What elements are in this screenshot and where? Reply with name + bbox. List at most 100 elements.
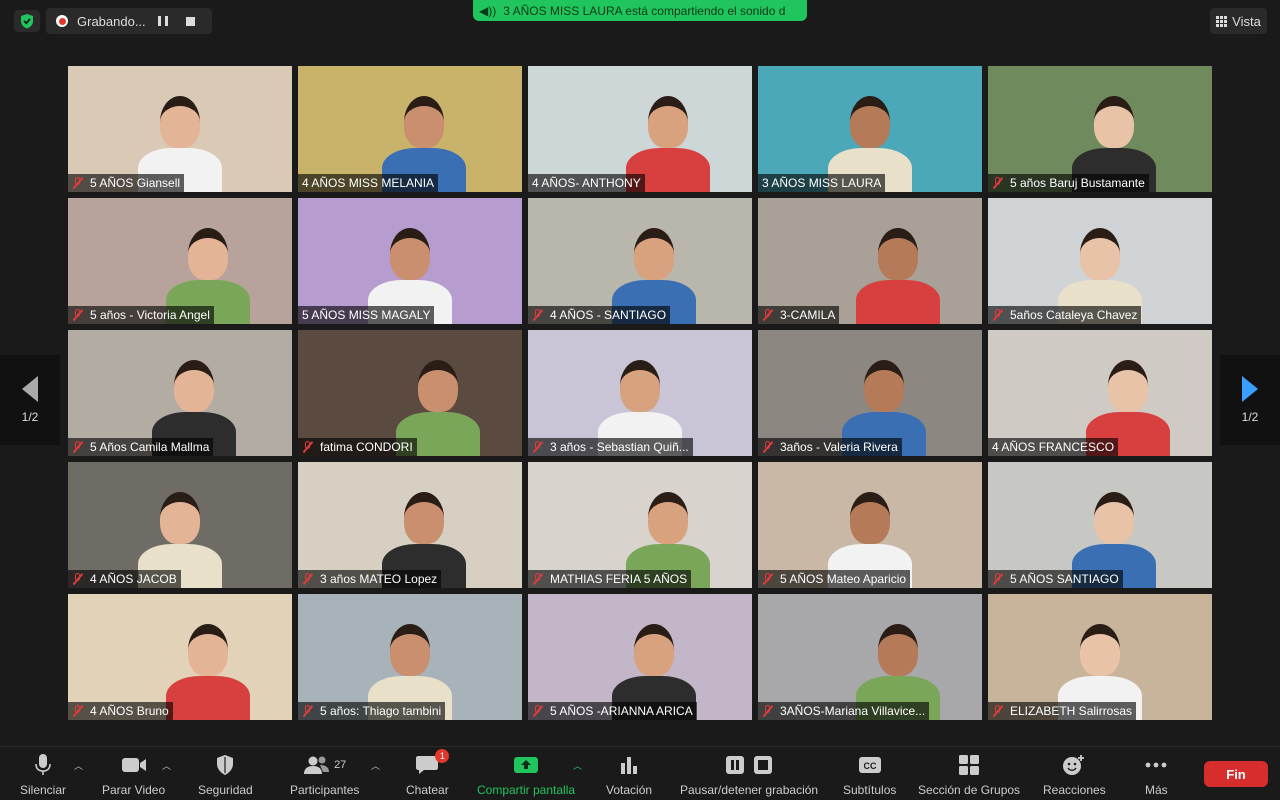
participant-video-tile[interactable]: 3-CAMILA bbox=[758, 198, 982, 324]
participant-video-tile[interactable]: 3años - Valeria Rivera bbox=[758, 330, 982, 456]
previous-page-button[interactable]: 1/2 bbox=[0, 355, 60, 445]
muted-mic-icon bbox=[532, 573, 544, 585]
participant-name: 5 Años Camila Mallma bbox=[90, 440, 210, 454]
participant-video-tile[interactable]: 4 AÑOS- ANTHONY bbox=[528, 66, 752, 192]
share-screen-label: Compartir pantalla bbox=[477, 783, 576, 797]
participants-caret-icon[interactable]: ︿ bbox=[371, 759, 380, 772]
participant-video-tile[interactable]: ELIZABETH Salirrosas bbox=[988, 594, 1212, 720]
subtitles-button[interactable]: CC Subtítulos bbox=[843, 753, 896, 797]
stop-recording-icon[interactable] bbox=[185, 16, 195, 26]
participant-face bbox=[878, 228, 918, 280]
next-page-button[interactable]: 1/2 bbox=[1220, 355, 1280, 445]
participant-face bbox=[160, 492, 200, 544]
view-label: Vista bbox=[1232, 13, 1261, 29]
participant-name: 3AÑOS-Mariana Villavice... bbox=[780, 704, 926, 718]
muted-mic-icon bbox=[72, 705, 84, 717]
participant-video-tile[interactable]: MATHIAS FERIA 5 AÑOS bbox=[528, 462, 752, 588]
participant-video-tile[interactable]: 3 AÑOS MISS LAURA bbox=[758, 66, 982, 192]
participant-face bbox=[1080, 624, 1120, 676]
participant-face bbox=[404, 96, 444, 148]
mute-label: Silenciar bbox=[20, 783, 67, 797]
participant-name-label: 5 AÑOS SANTIAGO bbox=[988, 570, 1123, 588]
participant-video-tile[interactable]: 5 años Baruj Bustamante bbox=[988, 66, 1212, 192]
participant-video-tile[interactable]: 3 años MATEO Lopez bbox=[298, 462, 522, 588]
muted-mic-icon bbox=[72, 441, 84, 453]
participant-video-tile[interactable]: 5 AÑOS Mateo Aparicio bbox=[758, 462, 982, 588]
share-banner-text: 3 AÑOS MISS LAURA está compartiendo el s… bbox=[503, 3, 786, 18]
breakout-rooms-button[interactable]: Sección de Grupos bbox=[918, 753, 1020, 797]
video-gallery: 5 AÑOS Giansell 4 AÑOS MISS MELANIA 4 AÑOS… bbox=[68, 66, 1212, 720]
participant-video-tile[interactable]: 4 AÑOS MISS MELANIA bbox=[298, 66, 522, 192]
participant-face bbox=[620, 360, 660, 412]
participant-video-tile[interactable]: 5 años - Victoria Angel bbox=[68, 198, 292, 324]
participant-name-label: 4 AÑOS- ANTHONY bbox=[528, 174, 645, 192]
poll-button[interactable]: Votación bbox=[606, 753, 652, 797]
participants-button[interactable]: 27 Participantes bbox=[290, 753, 359, 797]
participant-name-label: 4 AÑOS JACOB bbox=[68, 570, 181, 588]
participant-video-tile[interactable]: 5 AÑOS -ARIANNA ARICA bbox=[528, 594, 752, 720]
participant-face bbox=[404, 492, 444, 544]
pause-stop-recording-button[interactable]: Pausar/detener grabación bbox=[680, 753, 818, 797]
participant-name: 5 años: Thiago tambini bbox=[320, 704, 442, 718]
participant-silhouette bbox=[856, 280, 940, 324]
reactions-button[interactable]: Reacciones bbox=[1043, 753, 1106, 797]
participant-name: 5 AÑOS MISS MAGALY bbox=[302, 308, 431, 322]
end-meeting-button[interactable]: Fin bbox=[1204, 761, 1268, 787]
participant-face bbox=[188, 624, 228, 676]
more-label: Más bbox=[1145, 783, 1168, 797]
participant-name-label: MATHIAS FERIA 5 AÑOS bbox=[528, 570, 692, 588]
recording-label: Grabando... bbox=[77, 13, 146, 29]
participant-video-tile[interactable]: 4 AÑOS - SANTIAGO bbox=[528, 198, 752, 324]
view-button[interactable]: Vista bbox=[1210, 8, 1267, 34]
participant-face bbox=[864, 360, 904, 412]
participant-name-label: 3-CAMILA bbox=[758, 306, 840, 324]
participant-name: ELIZABETH Salirrosas bbox=[1010, 704, 1133, 718]
participant-video-tile[interactable]: 5 años: Thiago tambini bbox=[298, 594, 522, 720]
participant-video-tile[interactable]: 4 AÑOS JACOB bbox=[68, 462, 292, 588]
video-camera-icon bbox=[121, 753, 147, 777]
recording-dot-icon bbox=[56, 15, 68, 27]
share-options-caret-icon[interactable]: ︿ bbox=[573, 759, 582, 772]
participant-video-tile[interactable]: 5 AÑOS SANTIAGO bbox=[988, 462, 1212, 588]
participant-video-tile[interactable]: 3 años - Sebastian Quiñ... bbox=[528, 330, 752, 456]
participant-video-tile[interactable]: 4 AÑOS Bruno bbox=[68, 594, 292, 720]
muted-mic-icon bbox=[992, 177, 1004, 189]
pause-recording-icon[interactable] bbox=[157, 16, 168, 26]
participant-name-label: 5 Años Camila Mallma bbox=[68, 438, 214, 456]
pause-stop-icon bbox=[725, 753, 773, 777]
more-button[interactable]: Más bbox=[1145, 753, 1168, 797]
participant-name-label: 4 AÑOS FRANCESCO bbox=[988, 438, 1119, 456]
share-screen-button[interactable]: Compartir pantalla bbox=[477, 753, 575, 797]
mute-button[interactable]: Silenciar bbox=[20, 753, 66, 797]
participant-face bbox=[1094, 96, 1134, 148]
muted-mic-icon bbox=[762, 573, 774, 585]
participants-label: Participantes bbox=[290, 783, 360, 797]
smiley-plus-icon bbox=[1062, 753, 1086, 777]
participant-name-label: 4 AÑOS Bruno bbox=[68, 702, 173, 720]
participant-name-label: fatima CONDORI bbox=[298, 438, 417, 456]
security-shield-icon[interactable] bbox=[14, 10, 40, 32]
participant-video-tile[interactable]: 5 AÑOS Giansell bbox=[68, 66, 292, 192]
muted-mic-icon bbox=[992, 573, 1004, 585]
participant-video-tile[interactable]: 4 AÑOS FRANCESCO bbox=[988, 330, 1212, 456]
participant-video-tile[interactable]: 5años Cataleya Chavez bbox=[988, 198, 1212, 324]
page-indicator-left: 1/2 bbox=[21, 410, 39, 424]
participant-name-label: 5 AÑOS Mateo Aparicio bbox=[758, 570, 911, 588]
participant-silhouette bbox=[166, 676, 250, 720]
participant-video-tile[interactable]: fatima CONDORI bbox=[298, 330, 522, 456]
stop-video-button[interactable]: Parar Video bbox=[102, 753, 165, 797]
participant-face bbox=[878, 624, 918, 676]
participant-name-label: 3AÑOS-Mariana Villavice... bbox=[758, 702, 930, 720]
video-options-caret-icon[interactable]: ︿ bbox=[162, 759, 171, 772]
audio-options-caret-icon[interactable]: ︿ bbox=[74, 759, 83, 772]
reactions-label: Reacciones bbox=[1043, 783, 1106, 797]
participant-video-tile[interactable]: 5 Años Camila Mallma bbox=[68, 330, 292, 456]
participant-face bbox=[634, 228, 674, 280]
participant-video-tile[interactable]: 5 AÑOS MISS MAGALY bbox=[298, 198, 522, 324]
participant-video-tile[interactable]: 3AÑOS-Mariana Villavice... bbox=[758, 594, 982, 720]
chat-button[interactable]: 1 Chatear bbox=[406, 749, 450, 797]
muted-mic-icon bbox=[72, 309, 84, 321]
participant-name-label: ELIZABETH Salirrosas bbox=[988, 702, 1137, 720]
subtitles-label: Subtítulos bbox=[843, 783, 897, 797]
security-button[interactable]: Seguridad bbox=[198, 753, 253, 797]
